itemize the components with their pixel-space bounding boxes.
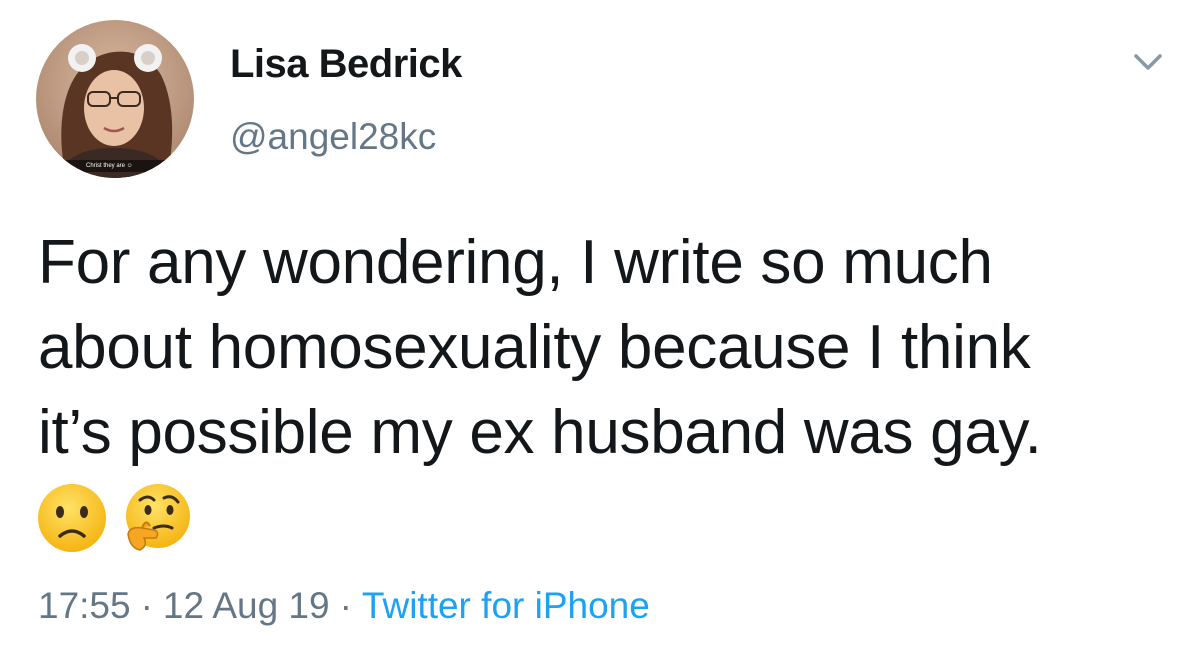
chevron-down-icon bbox=[1134, 54, 1162, 70]
tweet-time[interactable]: 17:55 bbox=[38, 585, 131, 626]
avatar-photo bbox=[36, 20, 194, 178]
meta-separator: · bbox=[140, 585, 153, 626]
avatar[interactable]: Christ they are ☺ bbox=[36, 20, 194, 178]
thinking-face-icon bbox=[126, 484, 190, 551]
tweet-card: Christ they are ☺ Lisa Bedrick @angel28k… bbox=[0, 0, 1200, 649]
tweet-meta: 17:55 · 12 Aug 19 · Twitter for iPhone bbox=[38, 584, 650, 628]
tweet-line: it’s possible my ex husband was gay. bbox=[38, 398, 1042, 467]
frowning-face-icon bbox=[38, 484, 106, 552]
tweet-date[interactable]: 12 Aug 19 bbox=[163, 585, 330, 626]
avatar-caption: Christ they are ☺ bbox=[86, 163, 133, 169]
more-options-button[interactable] bbox=[1126, 44, 1170, 80]
user-handle[interactable]: @angel28kc bbox=[230, 114, 436, 160]
tweet-text: For any wondering, I write so much about… bbox=[38, 220, 1178, 475]
emoji-row bbox=[36, 482, 192, 556]
meta-separator: · bbox=[339, 585, 352, 626]
tweet-line: For any wondering, I write so much bbox=[38, 228, 993, 297]
display-name[interactable]: Lisa Bedrick bbox=[230, 40, 462, 88]
tweet-line: about homosexuality because I think bbox=[38, 313, 1031, 382]
tweet-source-link[interactable]: Twitter for iPhone bbox=[362, 585, 650, 626]
